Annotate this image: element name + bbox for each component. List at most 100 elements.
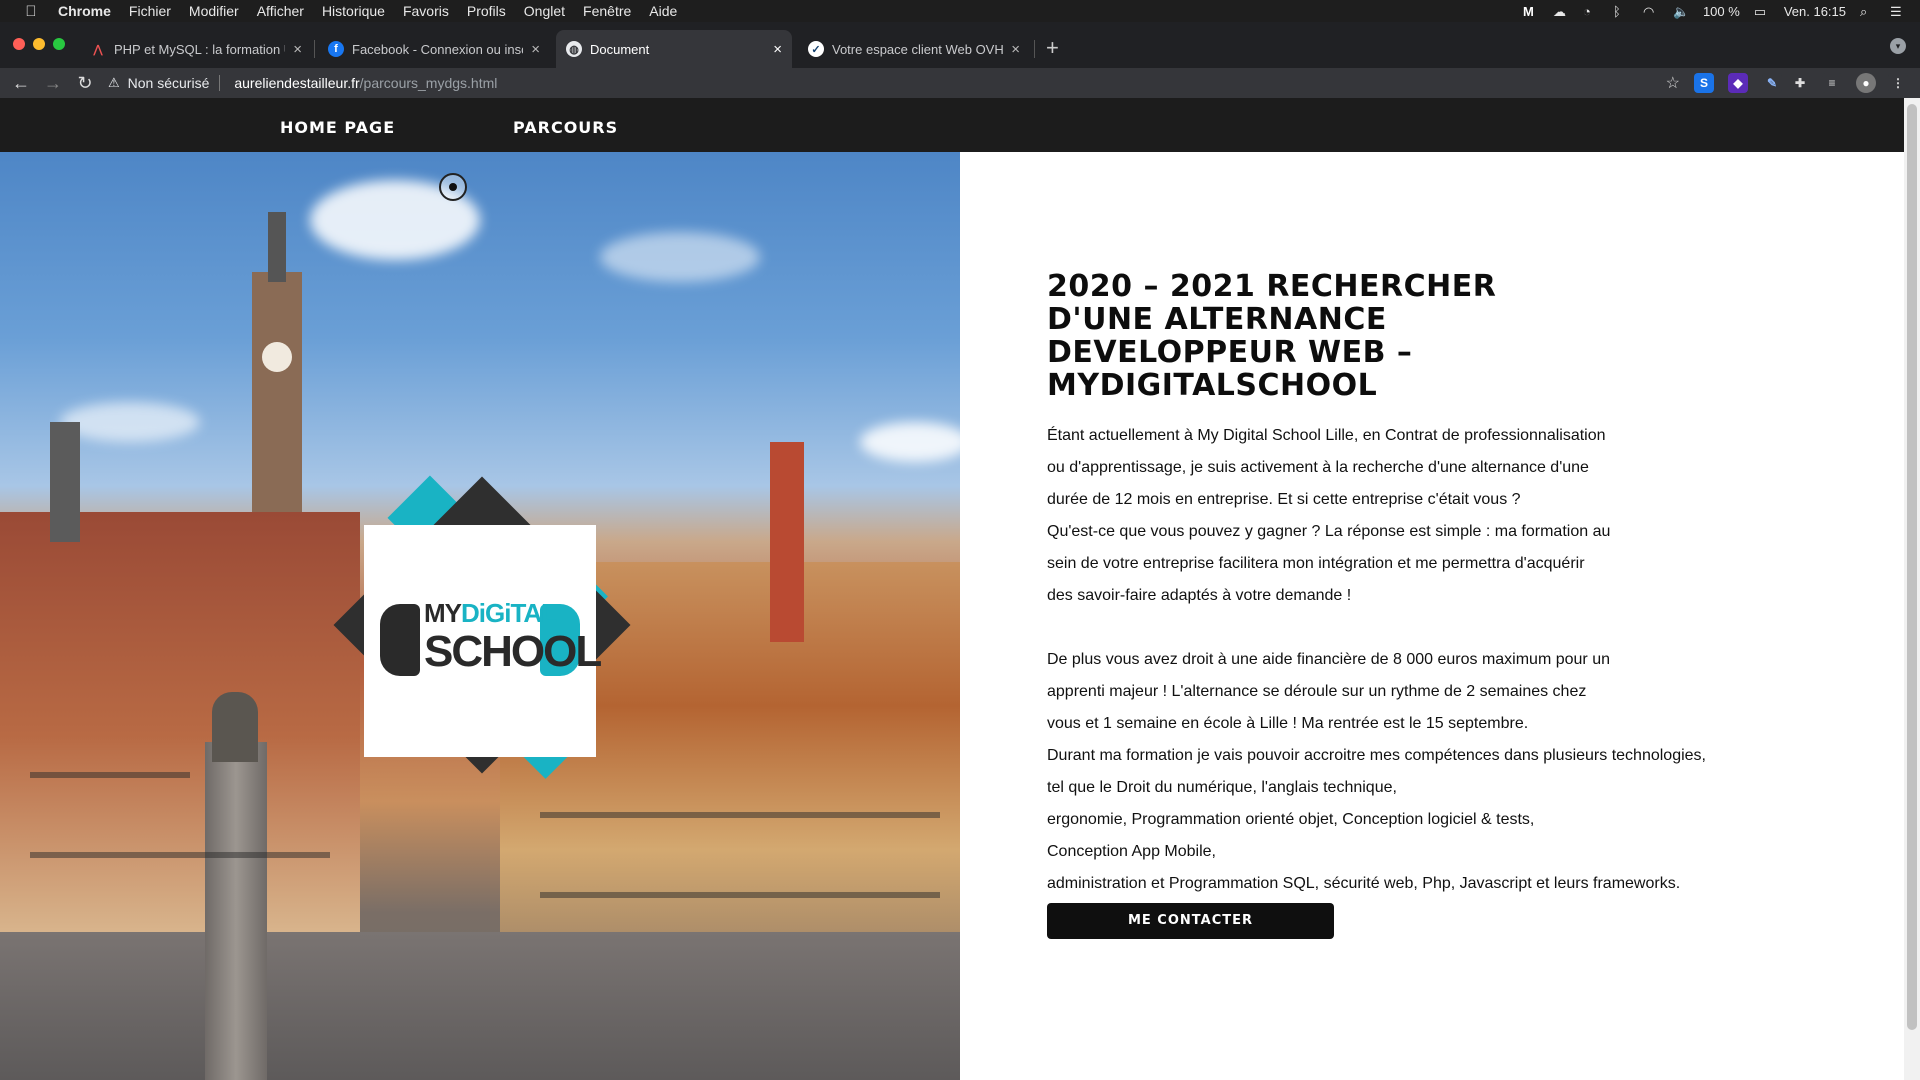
macos-menubar:  Chrome Fichier Modifier Afficher Histo…	[0, 0, 1920, 22]
site-navbar: HOME PAGE PARCOURS	[0, 98, 1904, 152]
security-label[interactable]: Non sécurisé	[128, 75, 210, 91]
text-line: sein de votre entreprise facilitera mon …	[1047, 555, 1585, 572]
text-line: durée de 12 mois en entreprise. Et si ce…	[1047, 491, 1521, 508]
menu-profils[interactable]: Profils	[467, 3, 506, 19]
bluetooth-icon[interactable]: ᛒ	[1613, 4, 1629, 19]
page-scrollbar[interactable]	[1904, 98, 1920, 1080]
profile-avatar[interactable]: ●	[1856, 73, 1876, 93]
cloud	[860, 422, 960, 462]
tab-separator	[1034, 40, 1035, 58]
ovh-icon: ✓	[808, 41, 824, 57]
wifi-icon[interactable]: ◠	[1643, 4, 1659, 19]
tab-strip: ⋀ PHP et MySQL : la formation U × f Face…	[0, 22, 1920, 68]
text-line: vous et 1 semaine en école à Lille ! Ma …	[1047, 715, 1529, 732]
clock-face	[262, 342, 292, 372]
column	[205, 742, 267, 1080]
forward-icon[interactable]: →	[42, 73, 64, 94]
text-line: Durant ma formation je vais pouvoir accr…	[1047, 747, 1706, 764]
battery-icon[interactable]: ▭	[1754, 4, 1770, 19]
tab-search-icon[interactable]: ▾	[1890, 38, 1906, 54]
volume-icon[interactable]: 🔈	[1673, 4, 1689, 19]
tab-ovh[interactable]: ✓ Votre espace client Web OVHc ×	[798, 30, 1030, 68]
minimize-window-icon[interactable]	[33, 38, 45, 50]
menu-onglet[interactable]: Onglet	[524, 3, 565, 19]
logo-box: MYDiGiTAL SCHOOL	[364, 525, 602, 757]
clock[interactable]: Ven. 16:15	[1784, 4, 1846, 19]
close-tab-icon[interactable]: ×	[773, 41, 782, 58]
close-tab-icon[interactable]: ×	[1011, 41, 1020, 58]
nav-parcours[interactable]: PARCOURS	[513, 118, 618, 137]
menu-fenetre[interactable]: Fenêtre	[583, 3, 631, 19]
sync-icon[interactable]: ◔	[1583, 4, 1599, 19]
mydigitalschool-logo: MYDiGiTAL SCHOOL	[322, 475, 642, 805]
control-center-icon[interactable]: ☰	[1890, 4, 1906, 19]
warning-icon[interactable]: ⚠	[108, 75, 120, 91]
tab-separator	[314, 40, 315, 58]
close-tab-icon[interactable]: ×	[531, 41, 540, 58]
zoom-window-icon[interactable]	[53, 38, 65, 50]
text-line: tel que le Droit du numérique, l'anglais…	[1047, 779, 1397, 796]
text-line: De plus vous avez droit à une aide finan…	[1047, 651, 1610, 668]
window-row	[540, 892, 940, 898]
window-row	[30, 852, 330, 858]
spotlight-search-icon[interactable]: ⌕	[1860, 4, 1876, 19]
text-line: apprenti majeur ! L'alternance se déroul…	[1047, 683, 1587, 700]
address-bar[interactable]: ⚠ Non sécurisé aureliendestailleur.fr /p…	[108, 70, 1688, 96]
cursor-indicator	[439, 173, 467, 201]
logo-mark: MYDiGiTAL SCHOOL	[380, 596, 602, 686]
nav-home-page[interactable]: HOME PAGE	[280, 118, 395, 137]
content-section: 2020 – 2021 RECHERCHER D'UNE ALTERNANCE …	[1047, 270, 1747, 900]
town-square	[0, 932, 960, 1080]
battery-percentage: 100 %	[1702, 3, 1740, 19]
close-window-icon[interactable]	[13, 38, 25, 50]
s-extension-icon[interactable]: S	[1694, 73, 1714, 93]
facebook-icon: f	[328, 41, 344, 57]
menu-modifier[interactable]: Modifier	[189, 3, 239, 19]
window-row	[30, 772, 190, 778]
window-row	[540, 812, 940, 818]
chrome-menu-icon[interactable]: ⋮	[1888, 73, 1908, 93]
browser-toolbar: ← → ↻ ⚠ Non sécurisé aureliendestailleur…	[0, 68, 1920, 98]
menu-aide[interactable]: Aide	[649, 3, 677, 19]
tab-facebook[interactable]: f Facebook - Connexion ou insc ×	[318, 30, 550, 68]
extension-badge-icon[interactable]: ◆	[1728, 73, 1748, 93]
left-turret	[50, 422, 80, 542]
logo-text-my: MYDiGiTAL	[424, 598, 557, 629]
belfry-spire	[268, 212, 286, 282]
bookmark-star-icon[interactable]: ☆	[1666, 73, 1680, 93]
menu-afficher[interactable]: Afficher	[257, 3, 304, 19]
tab-udemy[interactable]: ⋀ PHP et MySQL : la formation U ×	[80, 30, 312, 68]
url-path: /parcours_mydgs.html	[359, 75, 498, 91]
text-line: Étant actuellement à My Digital School L…	[1047, 427, 1606, 444]
globe-icon: ◍	[566, 41, 582, 57]
apple-icon[interactable]: 	[22, 3, 40, 20]
address-divider	[219, 75, 221, 91]
logo-word-school: SCHOOL	[424, 627, 602, 676]
back-icon[interactable]: ←	[10, 73, 32, 94]
url-host: aureliendestailleur.fr	[234, 75, 360, 91]
page-title: 2020 – 2021 RECHERCHER D'UNE ALTERNANCE …	[1047, 269, 1497, 403]
tab-document-active[interactable]: ◍ Document ×	[556, 30, 792, 68]
cloud	[600, 232, 760, 282]
new-tab-icon[interactable]: +	[1046, 35, 1059, 61]
menu-favoris[interactable]: Favoris	[403, 3, 449, 19]
menu-historique[interactable]: Historique	[322, 3, 385, 19]
text-line: ergonomie, Programmation orienté objet, …	[1047, 811, 1535, 828]
contact-button[interactable]: ME CONTACTER	[1047, 903, 1334, 939]
menu-fichier[interactable]: Fichier	[129, 3, 171, 19]
pencil-extension-icon[interactable]: ✎	[1762, 73, 1782, 93]
tab-title: Facebook - Connexion ou insc	[352, 41, 524, 57]
statue	[212, 692, 258, 762]
tab-title: Votre espace client Web OVHc	[832, 41, 1004, 57]
malwarebytes-icon[interactable]: M	[1523, 4, 1539, 19]
close-tab-icon[interactable]: ×	[293, 41, 302, 58]
extensions-puzzle-icon[interactable]: ✚	[1790, 73, 1810, 93]
text-line: des savoir-faire adaptés à votre demande…	[1047, 587, 1352, 604]
logo-word-my: MY	[424, 598, 462, 628]
menu-app-chrome[interactable]: Chrome	[58, 3, 111, 19]
creative-cloud-icon[interactable]: ☁	[1553, 4, 1569, 19]
reading-list-icon[interactable]: ≡	[1822, 73, 1842, 93]
scrollbar-thumb[interactable]	[1907, 104, 1917, 1030]
reload-icon[interactable]: ↻	[74, 73, 96, 94]
text-line: Conception App Mobile,	[1047, 843, 1216, 860]
